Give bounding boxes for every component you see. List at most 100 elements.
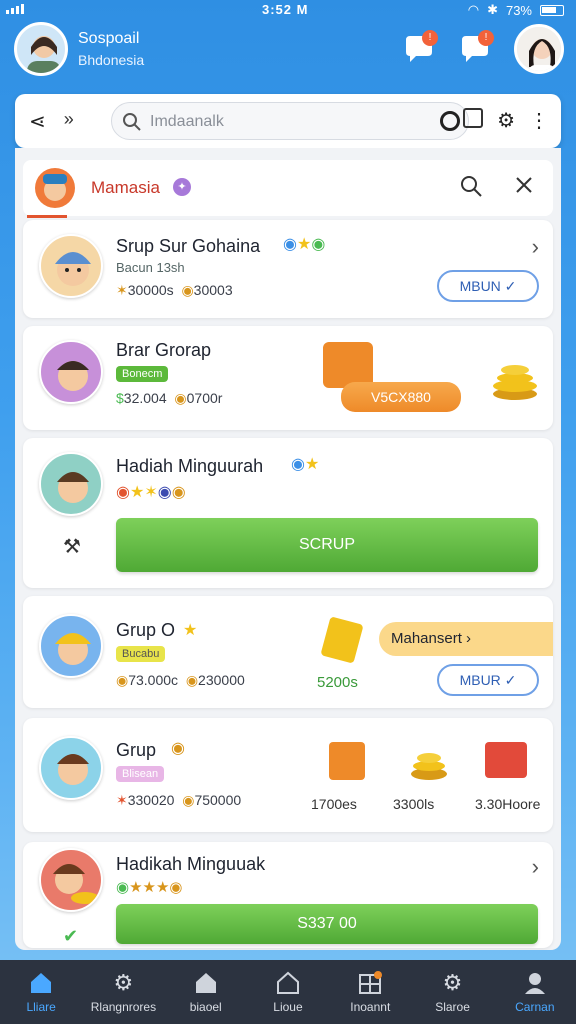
group-card[interactable]: Srup Sur Gohaina ◉★◉ Bacun 13sh ✶30000s … (23, 220, 553, 318)
group-card[interactable]: Grup O ★ Bucabu ◉73.000c ◉230000 5200s M… (23, 596, 553, 708)
group-title: Hadiah Minguurah (116, 456, 264, 476)
bonus-badge[interactable]: Mahansert › (379, 622, 553, 656)
notification-badge: ! (422, 30, 438, 46)
gear-icon: ⚙ (113, 970, 134, 995)
avatar (39, 848, 103, 912)
battery-percent: 73% (505, 2, 532, 18)
star-icon: ★ (183, 622, 198, 639)
nav-item-settings[interactable]: ⚙ Rlangnrores (82, 960, 164, 1024)
search-placeholder: Imdaanalk (150, 113, 224, 130)
nav-item-building[interactable]: Lioue (247, 960, 329, 1024)
chevron-right-icon[interactable]: › (532, 234, 539, 260)
status-bar: 3:52 M ◠ ✱ 73% (0, 0, 576, 20)
group-stats: ✶330020 ◉750000 (116, 792, 242, 808)
battery-icon (540, 4, 564, 16)
avatar (39, 234, 103, 298)
nav-item-share[interactable]: ⚙ Slaroe (411, 960, 493, 1024)
profile-location: Bhdonesia (78, 52, 145, 68)
qr-icon[interactable] (463, 108, 484, 128)
group-tag: Blisean (116, 766, 165, 782)
share-icon: ⚙ (442, 970, 463, 995)
reward-label: 3300ls (393, 796, 435, 812)
group-card[interactable]: Grup ◉ Blisean ✶330020 ◉750000 1700es 33… (23, 718, 553, 832)
join-button[interactable]: MBUN ✓ (437, 270, 539, 302)
stat-members: 330020 (127, 792, 175, 808)
claim-button[interactable]: S337 00 (116, 904, 538, 944)
bottom-navigation: Lliare ⚙ Rlangnrores biaoel Lioue Inoann… (0, 960, 576, 1024)
group-stats: $32.004 ◉0700r (116, 390, 222, 407)
nav-item-grid[interactable]: Inoannt (329, 960, 411, 1024)
nav-item-house[interactable]: biaoel (165, 960, 247, 1024)
achievement-icons: ◉★✶◉◉ (116, 484, 186, 501)
grid-icon (359, 971, 383, 994)
avatar[interactable] (14, 22, 68, 76)
tab-indicator (27, 215, 67, 218)
check-icon: ✔ (63, 926, 79, 946)
stat-members: 32.004 (123, 390, 167, 406)
group-title: Hadikah Minguuak (116, 854, 266, 874)
chat-button[interactable]: ! (402, 30, 438, 66)
reward-badge[interactable]: V5CX880 (341, 382, 461, 412)
house-icon (195, 973, 216, 993)
user-profile[interactable]: Sospoail Bhdonesia (14, 22, 144, 76)
group-card[interactable]: Hadiah Minguurah ◉★ ◉★✶◉◉ ⚒ SCRUP (23, 438, 553, 588)
verified-icon: ✦ (173, 178, 191, 196)
group-stats: ✶30000s ◉30003 (116, 282, 233, 299)
profile-name: Sospoail (78, 30, 140, 47)
group-tag: Bonecm (116, 366, 169, 382)
join-button[interactable]: MBUR ✓ (437, 664, 539, 696)
stat-coins: 0700r (186, 390, 223, 406)
gift-box-icon (329, 742, 365, 780)
group-subtitle: Bacun 13sh (116, 260, 185, 275)
group-list-panel: Mamasia ✦ Srup Sur Gohaina ◉★◉ Bacun 13s… (15, 148, 561, 950)
reward-amount: 5200s (317, 674, 358, 691)
more-icon[interactable]: ⋮ (529, 108, 549, 133)
group-card[interactable]: Brar Grorap Bonecm $32.004 ◉0700r V5CX88… (23, 326, 553, 430)
dollar-icon: $ (116, 390, 124, 406)
coin-icon: ◉ (181, 282, 194, 298)
building-icon (276, 971, 299, 994)
search-toolbar: ⋖ » Imdaanalk ⚙ ⋮ (15, 94, 561, 148)
verified-icon: ◉★ (291, 456, 320, 473)
status-time: 3:52 M (262, 2, 309, 17)
user-avatar[interactable] (514, 24, 564, 74)
search-icon (123, 113, 141, 131)
group-card[interactable]: Hadikah Minguuak ◉★★★◉ › ✔ S337 00 (23, 842, 553, 948)
avatar (39, 340, 103, 404)
join-group-button[interactable]: SCRUP (116, 518, 538, 572)
wrench-icon: ⚒ (63, 536, 81, 558)
reward-label: 3.30Hoore (475, 796, 541, 812)
group-title: Srup Sur Gohaina (116, 236, 261, 256)
forward-icon[interactable]: » (64, 109, 74, 134)
reward-label: 1700es (311, 796, 357, 812)
group-title: Brar Grorap (116, 340, 212, 360)
panel-logo (35, 168, 75, 208)
stat-coins: 30003 (193, 282, 233, 298)
group-tag: Bucabu (116, 646, 166, 662)
nav-item-home[interactable]: Lliare (0, 960, 82, 1024)
panel-header: Mamasia ✦ (23, 160, 553, 218)
group-title: Grup O (116, 620, 176, 640)
chevron-right-icon[interactable]: › (532, 854, 539, 880)
refresh-icon[interactable] (440, 111, 460, 131)
wifi-icon: ◠ (467, 2, 480, 17)
coin-icon: ◉ (174, 390, 187, 406)
settings-icon[interactable]: ⚙ (497, 108, 515, 133)
group-title: Grup (116, 740, 157, 760)
user-icon (524, 973, 545, 994)
home-icon (31, 973, 52, 993)
message-button[interactable]: ! (458, 30, 494, 66)
coin-icon: ◉ (171, 740, 185, 757)
coin-stack-icon (409, 740, 449, 782)
coin-stack-icon (489, 346, 541, 402)
star-icon: ✶ (116, 282, 128, 298)
nav-item-profile[interactable]: Carnan (494, 960, 576, 1024)
stat-members: 73.000c (128, 672, 179, 688)
stat-members: 30000s (127, 282, 174, 298)
close-icon[interactable] (513, 174, 535, 196)
search-icon[interactable] (459, 174, 483, 198)
search-input[interactable]: Imdaanalk (111, 102, 469, 140)
stat-coins: 750000 (194, 792, 242, 808)
avatar (39, 736, 103, 800)
share-icon[interactable]: ⋖ (29, 109, 46, 134)
